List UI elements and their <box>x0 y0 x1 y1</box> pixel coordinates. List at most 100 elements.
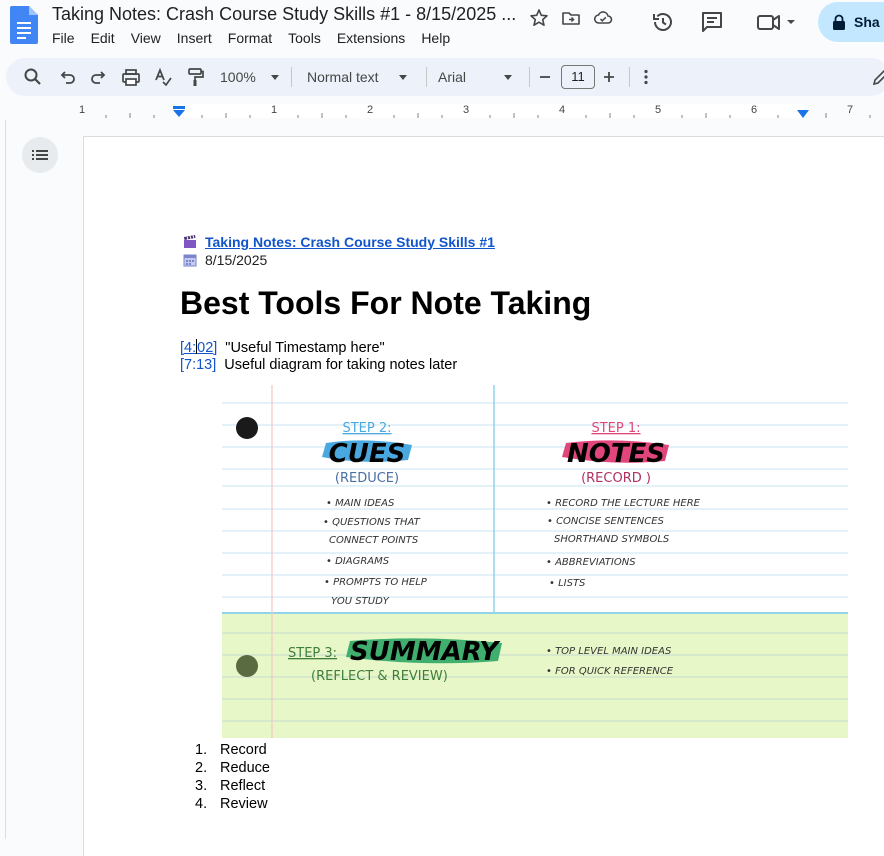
print-icon[interactable] <box>121 67 141 87</box>
binder-hole-icon <box>236 417 258 439</box>
menu-extensions[interactable]: Extensions <box>337 30 405 46</box>
cues-item: • PROMPTS TO HELP <box>324 577 428 588</box>
timestamp-link[interactable]: [4:02] <box>180 339 218 356</box>
timestamp-link-part: 02] <box>197 340 218 356</box>
undo-icon[interactable] <box>57 67 77 87</box>
list-number: 3. <box>195 778 208 794</box>
reflect-review-label: (REFLECT & REVIEW) <box>311 669 448 684</box>
cues-item: • MAIN IDEAS <box>326 498 395 509</box>
calendar-icon <box>183 254 197 267</box>
menu-format[interactable]: Format <box>228 30 272 46</box>
share-label: Sha <box>854 14 880 30</box>
move-to-folder-icon[interactable] <box>561 8 581 28</box>
record-label: (RECORD ) <box>581 471 651 486</box>
notes-item: SHORTHAND SYMBOLS <box>554 534 670 545</box>
zoom-select[interactable]: 100% <box>220 69 256 85</box>
list-item[interactable]: 3. Reflect <box>195 778 270 796</box>
list-item[interactable]: 4. Review <box>195 796 270 814</box>
timestamp-row: [4:02] "Useful Timestamp here" <box>180 339 385 356</box>
list-text: Record <box>220 742 267 758</box>
timestamp-note: "Useful Timestamp here" <box>225 340 385 356</box>
menu-insert[interactable]: Insert <box>177 30 212 46</box>
page-heading: Best Tools For Note Taking <box>180 285 592 321</box>
lock-icon <box>833 14 845 30</box>
ruler-number: 2 <box>367 104 374 116</box>
share-button[interactable]: Sha <box>818 2 884 42</box>
notes-item: • LISTS <box>549 578 586 589</box>
comments-icon[interactable] <box>700 10 724 34</box>
clapperboard-icon <box>184 235 196 248</box>
cues-item: YOU STUDY <box>331 596 390 607</box>
list-number: 2. <box>195 760 208 776</box>
ruler-number: 5 <box>655 104 662 116</box>
redo-icon[interactable] <box>89 67 109 87</box>
paint-format-icon[interactable] <box>185 67 205 87</box>
title-bar: Taking Notes: Crash Course Study Skills … <box>0 0 884 56</box>
binder-hole-icon <box>236 655 258 677</box>
timestamp-link-part: [4: <box>180 340 197 356</box>
list-item[interactable]: 2. Reduce <box>195 760 270 778</box>
video-link[interactable]: Taking Notes: Crash Course Study Skills … <box>205 234 495 250</box>
steps-list: 1. Record 2. Reduce 3. Reflect 4. Review <box>195 742 270 814</box>
document-title[interactable]: Taking Notes: Crash Course Study Skills … <box>52 4 516 25</box>
style-select[interactable]: Normal text <box>307 69 379 85</box>
ruler-number: 1 <box>271 104 278 116</box>
more-options-icon[interactable] <box>636 67 656 87</box>
outline-list-icon <box>32 150 48 160</box>
list-item[interactable]: 1. Record <box>195 742 270 760</box>
cues-item: • QUESTIONS THAT <box>323 517 421 528</box>
horizontal-ruler[interactable]: 1 1 2 3 4 5 6 7 <box>0 100 884 120</box>
style-caret-icon <box>399 75 407 80</box>
list-text: Reflect <box>220 778 266 794</box>
cues-item: CONNECT POINTS <box>329 535 419 546</box>
notes-item: • RECORD THE LECTURE HERE <box>546 498 701 509</box>
toolbar-divider <box>426 67 427 87</box>
menu-edit[interactable]: Edit <box>91 30 115 46</box>
editing-mode-pencil-icon[interactable] <box>871 67 884 87</box>
toolbar: 100% Normal text Arial 11 <box>6 58 884 96</box>
ruler-number: 6 <box>751 104 758 116</box>
date-chip[interactable]: 8/15/2025 <box>183 252 267 268</box>
list-text: Reduce <box>220 760 270 776</box>
search-menus-icon[interactable] <box>23 67 43 87</box>
video-chip[interactable]: Taking Notes: Crash Course Study Skills … <box>183 234 495 250</box>
list-number: 4. <box>195 796 208 812</box>
menu-bar: File Edit View Insert Format Tools Exten… <box>52 30 466 46</box>
ruler-number: 7 <box>847 104 854 116</box>
list-number: 1. <box>195 742 208 758</box>
decrease-font-size-icon[interactable] <box>535 67 555 87</box>
right-indent-marker-icon[interactable] <box>796 110 810 119</box>
document-outline-button[interactable] <box>22 137 58 173</box>
step1-label: STEP 1: <box>591 421 640 436</box>
ruler-number: 4 <box>559 104 566 116</box>
meet-video-icon[interactable] <box>756 10 796 34</box>
cloud-saved-icon[interactable] <box>593 8 613 28</box>
notes-item: • CONCISE SENTENCES <box>547 516 665 527</box>
menu-tools[interactable]: Tools <box>288 30 321 46</box>
summary-item: • TOP LEVEL MAIN IDEAS <box>546 646 672 657</box>
menu-view[interactable]: View <box>131 30 161 46</box>
font-select[interactable]: Arial <box>438 69 466 85</box>
ruler-number: 3 <box>463 104 470 116</box>
reduce-label: (REDUCE) <box>335 471 399 486</box>
timestamp-row: [7:13] Useful diagram for taking notes la… <box>180 357 457 373</box>
google-docs-logo-icon[interactable] <box>10 6 38 44</box>
increase-font-size-icon[interactable] <box>599 67 619 87</box>
star-icon[interactable] <box>529 8 549 28</box>
toolbar-divider <box>291 67 292 87</box>
menu-help[interactable]: Help <box>421 30 450 46</box>
version-history-icon[interactable] <box>651 10 675 34</box>
toolbar-divider <box>529 67 530 87</box>
left-indent-marker-icon[interactable] <box>172 106 186 118</box>
menu-file[interactable]: File <box>52 30 75 46</box>
zoom-caret-icon <box>271 75 279 80</box>
list-text: Review <box>220 796 268 812</box>
cornell-notes-image[interactable]: STEP 2: CUES (REDUCE) STEP 1: NOTES (REC… <box>222 385 848 738</box>
ruler-number: 1 <box>79 104 86 116</box>
spellcheck-icon[interactable] <box>153 67 173 87</box>
timestamp-link[interactable]: [7:13] <box>180 357 216 373</box>
notes-item: • ABBREVIATIONS <box>546 557 636 568</box>
font-size-input[interactable]: 11 <box>561 65 595 89</box>
font-caret-icon <box>504 75 512 80</box>
toolbar-divider <box>629 67 630 87</box>
